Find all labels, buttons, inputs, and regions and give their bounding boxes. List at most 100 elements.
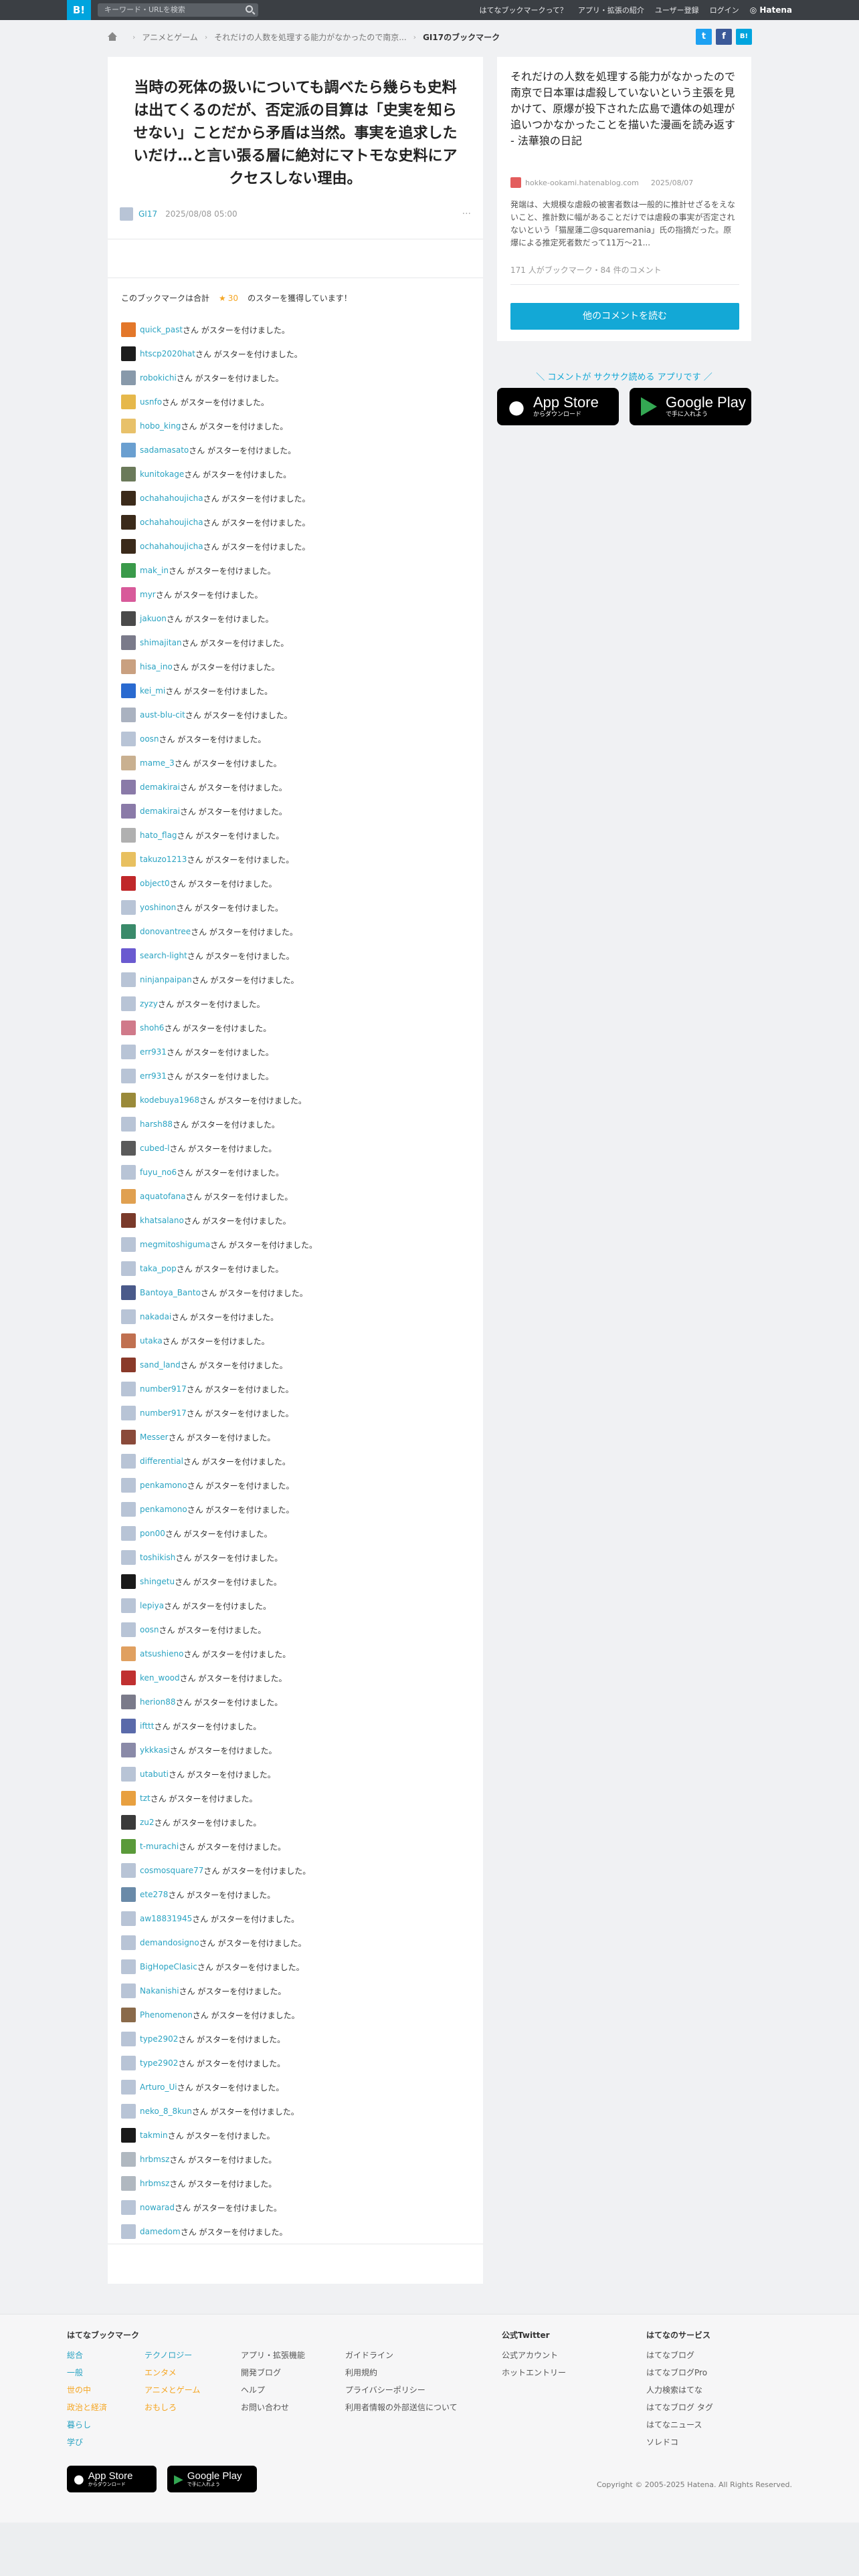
star-user-name[interactable]: herion88 <box>140 1697 175 1707</box>
star-user-name[interactable]: cubed-l <box>140 1144 169 1153</box>
footer-link[interactable]: はてなブログ <box>646 2347 713 2364</box>
user-avatar-icon[interactable] <box>121 1767 136 1782</box>
user-avatar-icon[interactable] <box>121 1646 136 1661</box>
star-user-name[interactable]: Arturo_Ui <box>140 2082 177 2092</box>
user-avatar-icon[interactable] <box>121 1045 136 1059</box>
star-user-name[interactable]: utaka <box>140 1336 163 1346</box>
user-avatar-icon[interactable] <box>121 1261 136 1276</box>
footer-link[interactable]: 人力検索はてな <box>646 2381 713 2399</box>
user-avatar-icon[interactable] <box>121 1863 136 1878</box>
user-avatar-icon[interactable] <box>121 587 136 602</box>
user-avatar-icon[interactable] <box>121 395 136 409</box>
footer-link[interactable]: 利用規約 <box>345 2364 458 2381</box>
star-user-name[interactable]: robokichi <box>140 373 177 383</box>
footer-link[interactable]: ガイドライン <box>345 2347 458 2364</box>
user-avatar-icon[interactable] <box>121 2080 136 2095</box>
star-user-name[interactable]: mak_in <box>140 566 169 575</box>
footer-link[interactable]: ホットエントリー <box>502 2364 566 2381</box>
star-user-name[interactable]: search-light <box>140 951 187 960</box>
user-avatar-icon[interactable] <box>121 1574 136 1589</box>
star-user-name[interactable]: neko_8_8kun <box>140 2107 192 2116</box>
star-user-name[interactable]: kei_mi <box>140 686 165 695</box>
footer-link[interactable]: 一般 <box>67 2364 139 2381</box>
star-user-name[interactable]: err931 <box>140 1047 167 1057</box>
user-avatar-icon[interactable] <box>121 2224 136 2239</box>
star-user-name[interactable]: ken_wood <box>140 1673 180 1683</box>
user-avatar-icon[interactable] <box>121 1719 136 1733</box>
star-user-name[interactable]: object0 <box>140 879 170 888</box>
user-avatar-icon[interactable] <box>121 804 136 819</box>
user-avatar-icon[interactable] <box>121 2032 136 2046</box>
user-avatar-icon[interactable] <box>121 1815 136 1830</box>
footer-link[interactable]: 公式アカウント <box>502 2347 566 2364</box>
star-user-name[interactable]: penkamono <box>140 1505 187 1514</box>
user-avatar-icon[interactable] <box>121 1598 136 1613</box>
star-user-name[interactable]: quick_past <box>140 325 183 334</box>
user-avatar-icon[interactable] <box>121 1093 136 1107</box>
read-other-comments-button[interactable]: 他のコメントを読む <box>510 303 739 330</box>
nav-about[interactable]: はてなブックマークって？ <box>479 5 567 15</box>
footer-link[interactable]: お問い合わせ <box>241 2399 305 2416</box>
star-user-name[interactable]: ninjanpaipan <box>140 975 192 984</box>
star-user-name[interactable]: ochahahoujicha <box>140 542 203 551</box>
home-icon[interactable] <box>107 32 118 41</box>
star-user-name[interactable]: taka_pop <box>140 1264 177 1273</box>
star-user-name[interactable]: pon00 <box>140 1529 165 1538</box>
entry-domain[interactable]: hokke-ookami.hatenablog.com <box>525 179 639 187</box>
user-avatar-icon[interactable] <box>121 1333 136 1348</box>
twitter-share-icon[interactable]: t <box>696 29 712 45</box>
search-input[interactable]: キーワード・URLを検索 <box>98 3 258 17</box>
user-avatar-icon[interactable] <box>121 1358 136 1372</box>
user-avatar-icon[interactable] <box>121 1454 136 1469</box>
star-user-name[interactable]: shingetu <box>140 1577 175 1586</box>
star-user-name[interactable]: err931 <box>140 1071 167 1081</box>
star-user-name[interactable]: utabuti <box>140 1769 169 1779</box>
star-user-name[interactable]: zu2 <box>140 1818 155 1827</box>
star-user-name[interactable]: aquatofana <box>140 1192 186 1201</box>
footer-link[interactable]: 開発ブログ <box>241 2364 305 2381</box>
user-avatar-icon[interactable] <box>121 1502 136 1517</box>
user-avatar-icon[interactable] <box>121 1526 136 1541</box>
user-avatar-icon[interactable] <box>121 876 136 891</box>
user-avatar-icon[interactable] <box>121 1406 136 1420</box>
user-avatar-icon[interactable] <box>121 1791 136 1806</box>
user-avatar-icon[interactable] <box>121 732 136 746</box>
footer-link[interactable]: アニメとゲーム <box>145 2381 200 2399</box>
user-avatar-icon[interactable] <box>121 1165 136 1180</box>
footer-link[interactable]: はてなブログ タグ <box>646 2399 713 2416</box>
user-avatar-icon[interactable] <box>121 900 136 915</box>
user-avatar-icon[interactable] <box>121 2056 136 2070</box>
star-user-name[interactable]: aw18831945 <box>140 1914 192 1923</box>
star-user-name[interactable]: yoshinon <box>140 903 176 912</box>
user-avatar-icon[interactable] <box>121 1285 136 1300</box>
footer-link[interactable]: ヘルプ <box>241 2381 305 2399</box>
star-user-name[interactable]: type2902 <box>140 2034 178 2044</box>
star-user-name[interactable]: tzt <box>140 1794 151 1803</box>
user-avatar-icon[interactable] <box>121 852 136 867</box>
star-user-name[interactable]: lepiya <box>140 1601 164 1610</box>
star-user-name[interactable]: Nakanishi <box>140 1986 179 1996</box>
star-user-name[interactable]: t-murachi <box>140 1842 179 1851</box>
star-user-name[interactable]: zyzy <box>140 999 158 1008</box>
nav-signup[interactable]: ユーザー登録 <box>655 5 699 15</box>
star-user-name[interactable]: aust-blu-cit <box>140 710 185 720</box>
footer-link[interactable]: はてなニュース <box>646 2416 713 2434</box>
nav-apps[interactable]: アプリ・拡張の紹介 <box>578 5 644 15</box>
hatena-bookmark-logo[interactable]: B! <box>67 0 91 20</box>
star-user-name[interactable]: cosmosquare77 <box>140 1866 203 1875</box>
star-user-name[interactable]: ochahahoujicha <box>140 518 203 527</box>
star-user-name[interactable]: takmin <box>140 2131 168 2140</box>
star-user-name[interactable]: nowarad <box>140 2203 175 2212</box>
user-avatar-icon[interactable] <box>121 491 136 506</box>
star-user-name[interactable]: myr <box>140 590 156 599</box>
star-user-name[interactable]: hrbmsz <box>140 2179 169 2188</box>
star-user-name[interactable]: demandosigno <box>140 1938 199 1947</box>
user-avatar-icon[interactable] <box>121 1430 136 1444</box>
nav-login[interactable]: ログイン <box>710 5 739 15</box>
hatena-bookmark-share-icon[interactable]: B! <box>736 29 752 45</box>
bookmark-user[interactable]: GI17 <box>138 209 157 219</box>
user-avatar-icon[interactable] <box>121 1983 136 1998</box>
user-avatar-icon[interactable] <box>121 1839 136 1854</box>
user-avatar-icon[interactable] <box>121 683 136 698</box>
avatar[interactable] <box>120 207 133 221</box>
